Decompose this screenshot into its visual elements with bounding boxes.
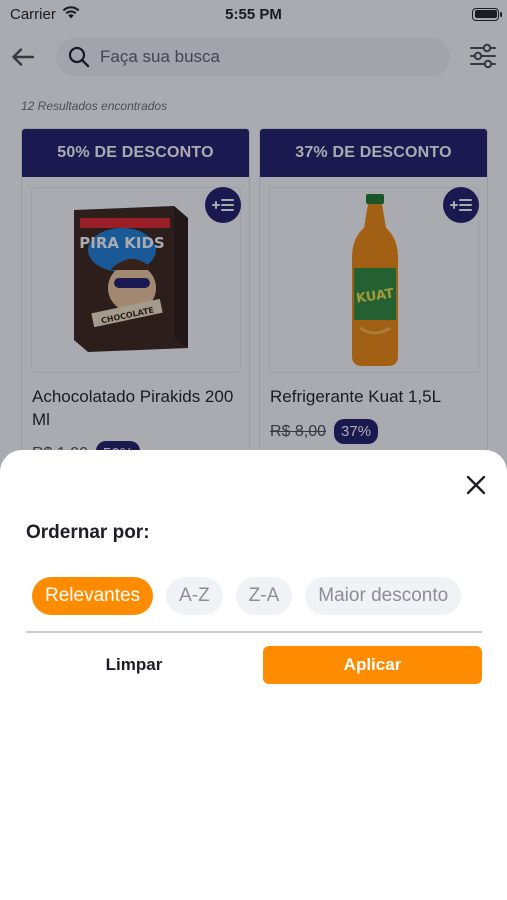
close-icon <box>466 475 486 495</box>
sort-title: Ordernar por: <box>26 522 150 543</box>
sort-option-z-a[interactable]: Z-A <box>235 577 293 615</box>
sort-options: Relevantes A-Z Z-A Maior desconto <box>32 577 482 617</box>
sort-bottom-sheet: Ordernar por: Relevantes A-Z Z-A Maior d… <box>0 450 507 900</box>
sort-option-maior-desconto[interactable]: Maior desconto <box>305 577 462 615</box>
divider <box>26 631 482 633</box>
sort-option-relevantes[interactable]: Relevantes <box>32 577 154 615</box>
close-button[interactable] <box>461 470 491 500</box>
clear-button[interactable]: Limpar <box>26 646 242 684</box>
sort-option-a-z[interactable]: A-Z <box>166 577 223 615</box>
apply-button[interactable]: Aplicar <box>263 646 482 684</box>
